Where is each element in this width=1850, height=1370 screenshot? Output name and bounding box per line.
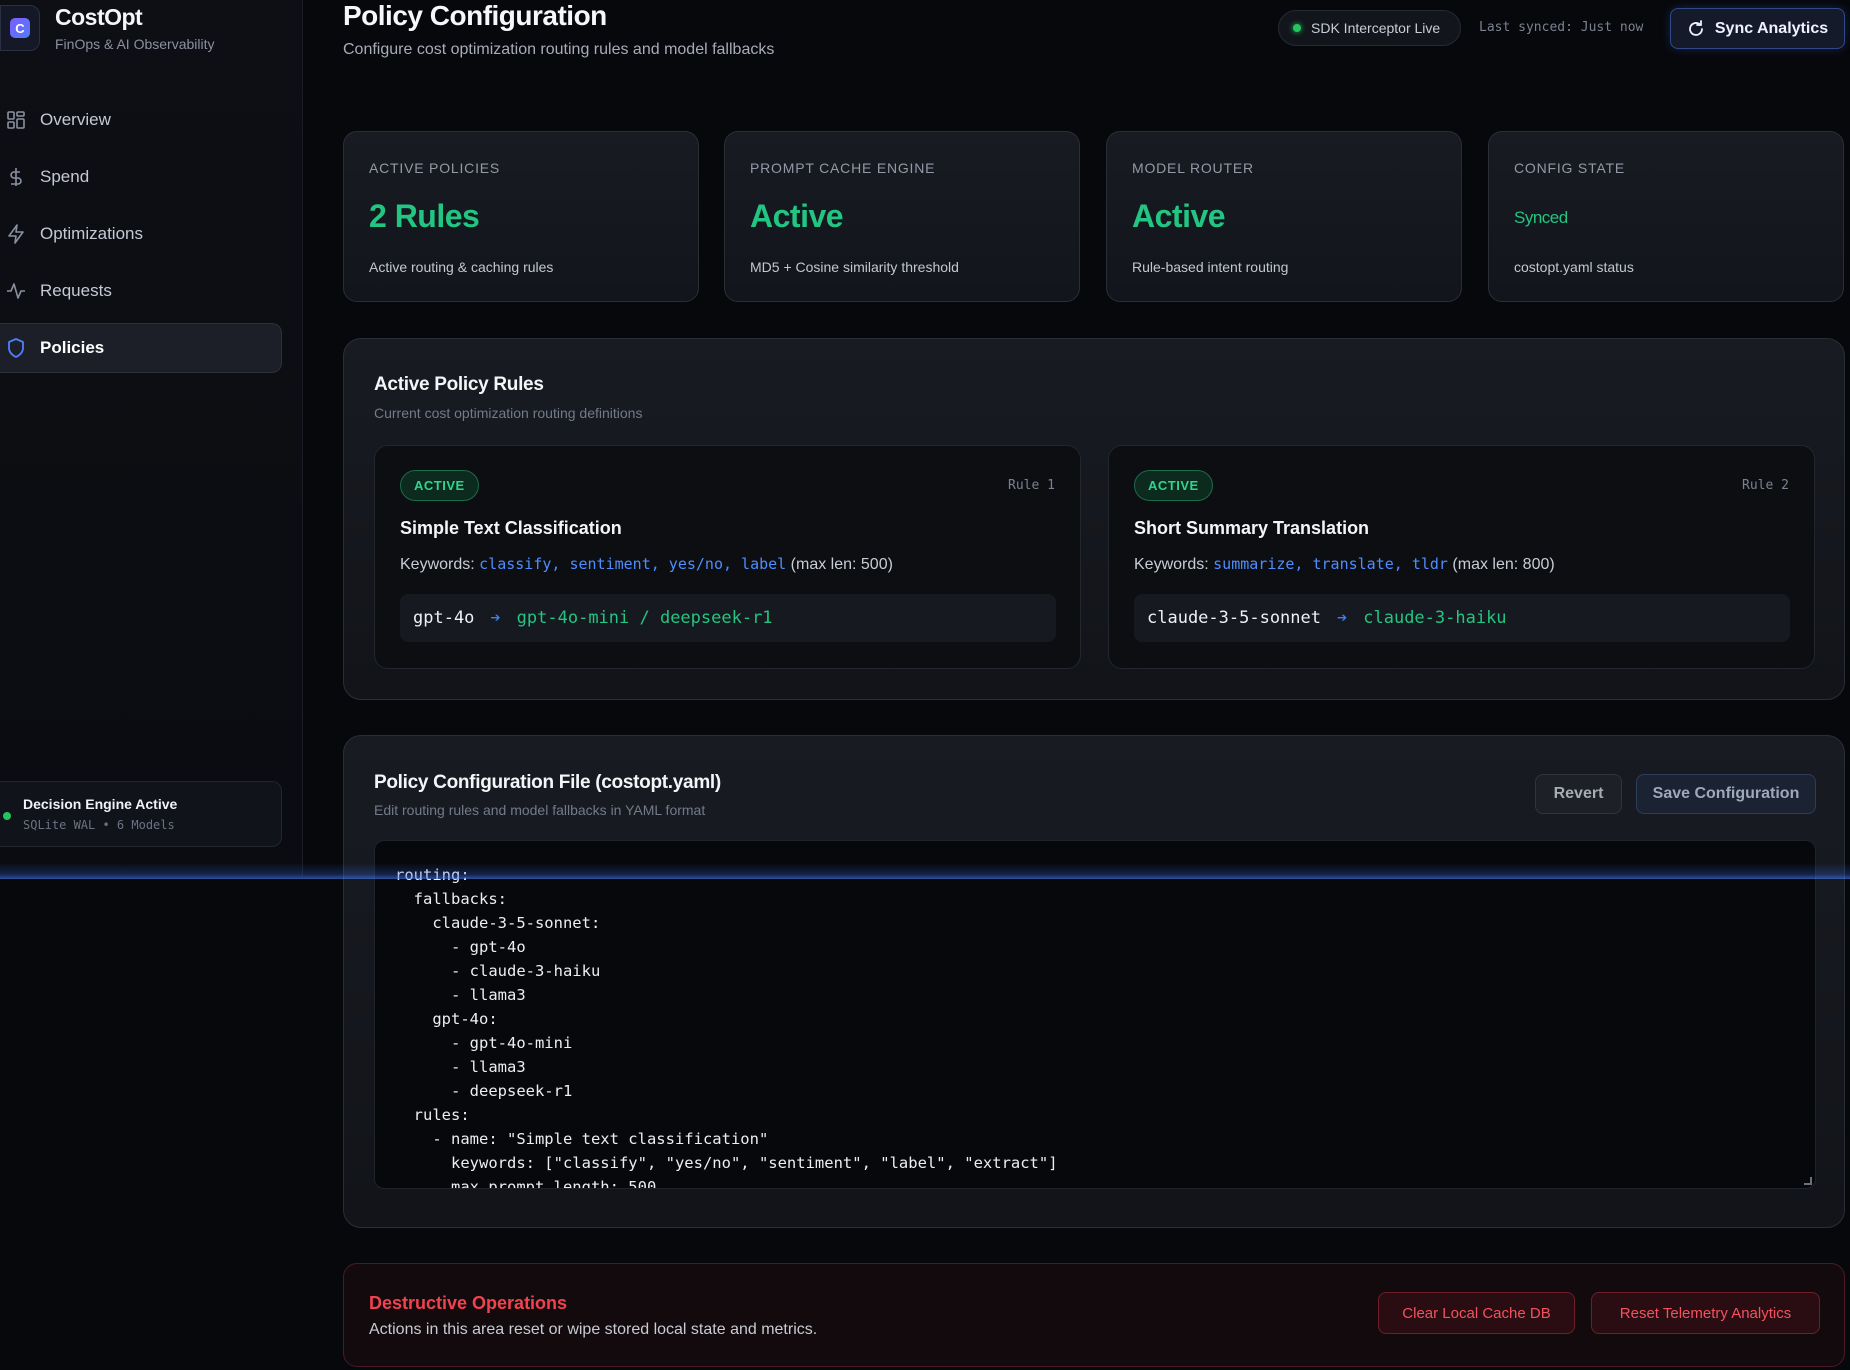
target-model: claude-3-haiku [1363, 608, 1507, 628]
engine-status-title: Decision Engine Active [23, 796, 178, 812]
reset-telemetry-button[interactable]: Reset Telemetry Analytics [1591, 1292, 1820, 1334]
config-file-panel: Policy Configuration File (costopt.yaml)… [343, 735, 1845, 1228]
sidebar-item-optimizations[interactable]: Optimizations [0, 209, 282, 259]
panel-subtitle: Current cost optimization routing defini… [374, 405, 643, 421]
save-configuration-button[interactable]: Save Configuration [1636, 774, 1816, 814]
danger-description: Actions in this area reset or wipe store… [369, 1321, 818, 1338]
sidebar-item-label: Overview [40, 110, 111, 129]
last-synced: Last synced: Just now [1479, 20, 1644, 35]
yaml-editor[interactable]: routing: fallbacks: claude-3-5-sonnet: -… [374, 840, 1816, 1189]
stat-card-prompt-cache: Prompt Cache Engine Active MD5 + Cosine … [724, 131, 1080, 302]
stat-label: Active Policies [369, 160, 501, 176]
status-dot [3, 812, 11, 820]
stat-value: Synced [1514, 208, 1568, 227]
keywords-label: Keywords: [400, 556, 475, 573]
sidebar-item-requests[interactable]: Requests [0, 266, 282, 316]
panel-title: Active Policy Rules [374, 374, 544, 395]
engine-status-detail: SQLite WAL • 6 Models [23, 818, 175, 832]
rule-name: Simple Text Classification [400, 518, 622, 538]
status-dot [1293, 24, 1301, 32]
sidebar-item-label: Policies [40, 338, 105, 357]
sidebar-item-label: Spend [40, 167, 90, 186]
rule-number: Rule 2 [1742, 478, 1789, 493]
page-subtitle: Configure cost optimization routing rule… [343, 41, 775, 58]
max-length: (max len: 500) [790, 556, 893, 573]
keywords-label: Keywords: [1134, 556, 1209, 573]
revert-button[interactable]: Revert [1535, 774, 1622, 814]
engine-status-card: Decision Engine Active SQLite WAL • 6 Mo… [0, 781, 282, 847]
sidebar-item-spend[interactable]: Spend [0, 152, 282, 202]
stat-label: Prompt Cache Engine [750, 160, 936, 176]
stat-value: Active [1132, 198, 1226, 234]
sync-analytics-button[interactable]: Sync Analytics [1670, 8, 1845, 49]
panel-subtitle: Edit routing rules and model fallbacks i… [374, 802, 706, 818]
sdk-status-badge: SDK Interceptor Live [1278, 10, 1461, 46]
grid-icon [5, 109, 27, 131]
sidebar-item-label: Requests [40, 281, 112, 300]
stat-label: Model Router [1132, 160, 1254, 176]
model-route: claude-3-5-sonnet ➔ claude-3-haiku [1134, 594, 1790, 642]
target-model: gpt-4o-mini / deepseek-r1 [516, 608, 773, 628]
sidebar: C CostOpt FinOps & AI Observability Over… [0, 0, 303, 876]
pulse-icon [5, 280, 27, 302]
lightning-icon [5, 223, 27, 245]
rule-name: Short Summary Translation [1134, 518, 1370, 538]
max-length: (max len: 800) [1452, 556, 1555, 573]
yaml-content: routing: fallbacks: claude-3-5-sonnet: -… [395, 866, 1058, 1189]
status-badge: ACTIVE [1134, 470, 1213, 501]
stat-description: costopt.yaml status [1514, 259, 1634, 275]
rule-card[interactable]: ACTIVE Rule 2 Short Summary Translation … [1108, 445, 1815, 669]
refresh-icon [1687, 19, 1705, 38]
sidebar-nav: Overview Spend Optimizations Requests Po… [0, 95, 282, 380]
shield-icon [5, 337, 27, 359]
brand-name: CostOpt [55, 4, 143, 30]
stat-description: Active routing & caching rules [369, 259, 554, 275]
stat-label: Config State [1514, 160, 1625, 176]
stat-value: Active [750, 198, 844, 234]
active-rules-panel: Active Policy Rules Current cost optimiz… [343, 338, 1845, 700]
page-title: Policy Configuration [343, 0, 607, 31]
sync-analytics-label: Sync Analytics [1714, 19, 1829, 37]
sidebar-item-overview[interactable]: Overview [0, 95, 282, 145]
stat-card-active-policies: Active Policies 2 Rules Active routing &… [343, 131, 699, 302]
arrow-right-icon: ➔ [1337, 608, 1348, 628]
stat-card-model-router: Model Router Active Rule-based intent ro… [1106, 131, 1462, 302]
source-model: claude-3-5-sonnet [1147, 608, 1321, 628]
panel-title: Policy Configuration File (costopt.yaml) [374, 772, 721, 793]
rule-number: Rule 1 [1008, 478, 1055, 493]
status-badge: ACTIVE [400, 470, 479, 501]
logo-letter: C [10, 18, 30, 38]
danger-title: Destructive Operations [369, 1293, 568, 1313]
stat-description: Rule-based intent routing [1132, 259, 1289, 275]
sidebar-item-policies[interactable]: Policies [0, 323, 282, 373]
rule-keywords: Keywords: summarize, translate, tldr (ma… [1134, 555, 1555, 574]
sidebar-item-label: Optimizations [40, 224, 143, 243]
keywords-value: summarize, translate, tldr [1213, 555, 1448, 573]
source-model: gpt-4o [413, 608, 475, 628]
keywords-value: classify, sentiment, yes/no, label [479, 555, 787, 573]
danger-zone: Destructive Operations Actions in this a… [343, 1263, 1845, 1367]
arrow-right-icon: ➔ [490, 608, 501, 628]
rule-keywords: Keywords: classify, sentiment, yes/no, l… [400, 555, 893, 574]
rule-card[interactable]: ACTIVE Rule 1 Simple Text Classification… [374, 445, 1081, 669]
sdk-status-label: SDK Interceptor Live [1311, 20, 1441, 36]
dollar-icon [5, 166, 27, 188]
brand-logo: C [0, 5, 40, 51]
stat-description: MD5 + Cosine similarity threshold [750, 259, 959, 275]
clear-cache-button[interactable]: Clear Local Cache DB [1378, 1292, 1575, 1334]
brand-tagline: FinOps & AI Observability [55, 36, 215, 52]
stat-value: 2 Rules [369, 198, 480, 234]
model-route: gpt-4o ➔ gpt-4o-mini / deepseek-r1 [400, 594, 1056, 642]
stat-card-config-state: Config State Synced costopt.yaml status [1488, 131, 1844, 302]
resize-handle[interactable] [1804, 1177, 1812, 1185]
